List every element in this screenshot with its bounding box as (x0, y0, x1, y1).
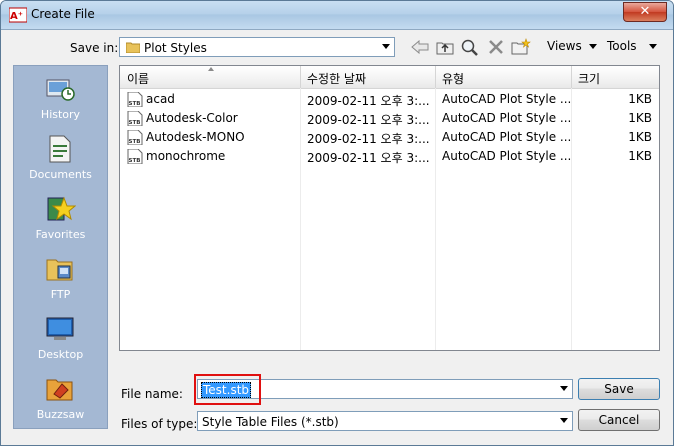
back-arrow-icon (411, 40, 429, 54)
autocad-app-icon: A⁺ (9, 7, 27, 23)
place-ftp[interactable]: FTP (14, 248, 107, 306)
place-favorites-label: Favorites (35, 228, 86, 241)
new-folder-icon (511, 38, 531, 55)
place-buzzsaw[interactable]: Buzzsaw (14, 368, 107, 426)
chevron-down-icon[interactable] (560, 386, 568, 391)
annotation-highlight-box (194, 374, 261, 405)
column-header-size[interactable]: 크기 (578, 70, 600, 87)
svg-text:STB: STB (129, 139, 141, 145)
place-history-label: History (40, 108, 81, 121)
place-favorites[interactable]: Favorites (14, 188, 107, 246)
save-button[interactable]: Save (578, 378, 660, 400)
search-web-button[interactable] (459, 36, 481, 58)
column-divider[interactable] (571, 66, 572, 88)
save-in-dropdown[interactable]: Plot Styles (119, 37, 395, 57)
history-icon (46, 79, 75, 101)
file-date: 2009-02-11 오후 3:... (307, 113, 430, 127)
file-row[interactable]: STB acad 2009-02-11 오후 3:... AutoCAD Plo… (120, 90, 659, 109)
folder-icon (126, 42, 140, 53)
file-list-header: 이름 수정한 날짜 유형 크기 (120, 66, 659, 89)
search-icon (461, 39, 478, 56)
file-name: acad (146, 92, 175, 106)
place-documents[interactable]: Documents (14, 128, 107, 186)
place-desktop-label: Desktop (37, 348, 84, 361)
file-list: 이름 수정한 날짜 유형 크기 STB acad 2009-02-11 오후 3… (119, 65, 660, 351)
file-type: AutoCAD Plot Style ... (442, 92, 572, 106)
back-button[interactable] (409, 36, 431, 58)
views-dropdown-icon[interactable] (589, 44, 597, 49)
column-header-date[interactable]: 수정한 날짜 (307, 70, 366, 87)
tools-menu[interactable]: Tools (607, 39, 637, 53)
file-name: Autodesk-MONO (146, 130, 245, 144)
place-buzzsaw-label: Buzzsaw (36, 408, 85, 421)
file-row[interactable]: STB monochrome 2009-02-11 오후 3:... AutoC… (120, 147, 659, 166)
up-folder-icon (436, 42, 454, 55)
place-desktop[interactable]: Desktop (14, 308, 107, 366)
file-type-dropdown[interactable]: Style Table Files (*.stb) (197, 411, 573, 431)
favorites-icon (47, 196, 76, 221)
ftp-icon (46, 259, 73, 281)
tools-dropdown-icon[interactable] (649, 44, 657, 49)
file-size: 1KB (628, 111, 652, 125)
file-date: 2009-02-11 오후 3:... (307, 151, 430, 165)
file-size: 1KB (628, 130, 652, 144)
file-row[interactable]: STB Autodesk-Color 2009-02-11 오후 3:... A… (120, 109, 659, 128)
save-in-value: Plot Styles (144, 41, 207, 55)
file-name: monochrome (146, 149, 226, 163)
new-folder-button[interactable] (510, 36, 532, 58)
buzzsaw-icon (46, 379, 73, 401)
stb-file-icon: STB (127, 111, 143, 126)
window-title: Create File (31, 7, 95, 21)
place-ftp-label: FTP (50, 288, 71, 301)
stb-file-icon: STB (127, 92, 143, 107)
file-name: Autodesk-Color (146, 111, 238, 125)
file-type: AutoCAD Plot Style ... (442, 149, 572, 163)
stb-file-icon: STB (127, 149, 143, 164)
file-type-value: Style Table Files (*.stb) (202, 415, 339, 429)
views-menu[interactable]: Views (547, 39, 582, 53)
delete-button[interactable] (485, 36, 507, 58)
sort-ascending-icon (208, 67, 214, 71)
file-size: 1KB (628, 149, 652, 163)
file-date: 2009-02-11 오후 3:... (307, 94, 430, 108)
file-name-label: File name: (121, 387, 183, 401)
column-header-name[interactable]: 이름 (127, 70, 149, 87)
place-history[interactable]: History (14, 68, 107, 126)
close-button[interactable]: ✕ (623, 2, 667, 22)
svg-text:STB: STB (129, 120, 141, 126)
svg-text:STB: STB (129, 101, 141, 107)
file-size: 1KB (628, 92, 652, 106)
svg-text:STB: STB (129, 158, 141, 164)
file-type: AutoCAD Plot Style ... (442, 130, 572, 144)
place-documents-label: Documents (29, 168, 92, 181)
file-row[interactable]: STB Autodesk-MONO 2009-02-11 오후 3:... Au… (120, 128, 659, 147)
save-in-label: Save in: (70, 41, 119, 55)
file-type: AutoCAD Plot Style ... (442, 111, 572, 125)
svg-text:A⁺: A⁺ (10, 11, 23, 22)
cancel-button[interactable]: Cancel (578, 409, 660, 431)
delete-icon (489, 40, 503, 54)
up-one-level-button[interactable] (434, 36, 456, 58)
title-bar: A⁺ Create File ✕ (1, 1, 673, 30)
stb-file-icon: STB (127, 130, 143, 145)
places-bar: History Documents Favorites FTP Desktop … (13, 65, 108, 429)
chevron-down-icon[interactable] (382, 44, 390, 49)
column-divider[interactable] (435, 66, 436, 88)
create-file-dialog: A⁺ Create File ✕ Save in: Plot Styles Vi… (0, 0, 674, 446)
column-header-type[interactable]: 유형 (442, 70, 464, 87)
documents-icon (49, 135, 71, 163)
file-type-label: Files of type: (121, 417, 198, 431)
column-divider[interactable] (300, 66, 301, 88)
chevron-down-icon[interactable] (560, 418, 568, 423)
desktop-icon (46, 317, 74, 340)
file-date: 2009-02-11 오후 3:... (307, 132, 430, 146)
